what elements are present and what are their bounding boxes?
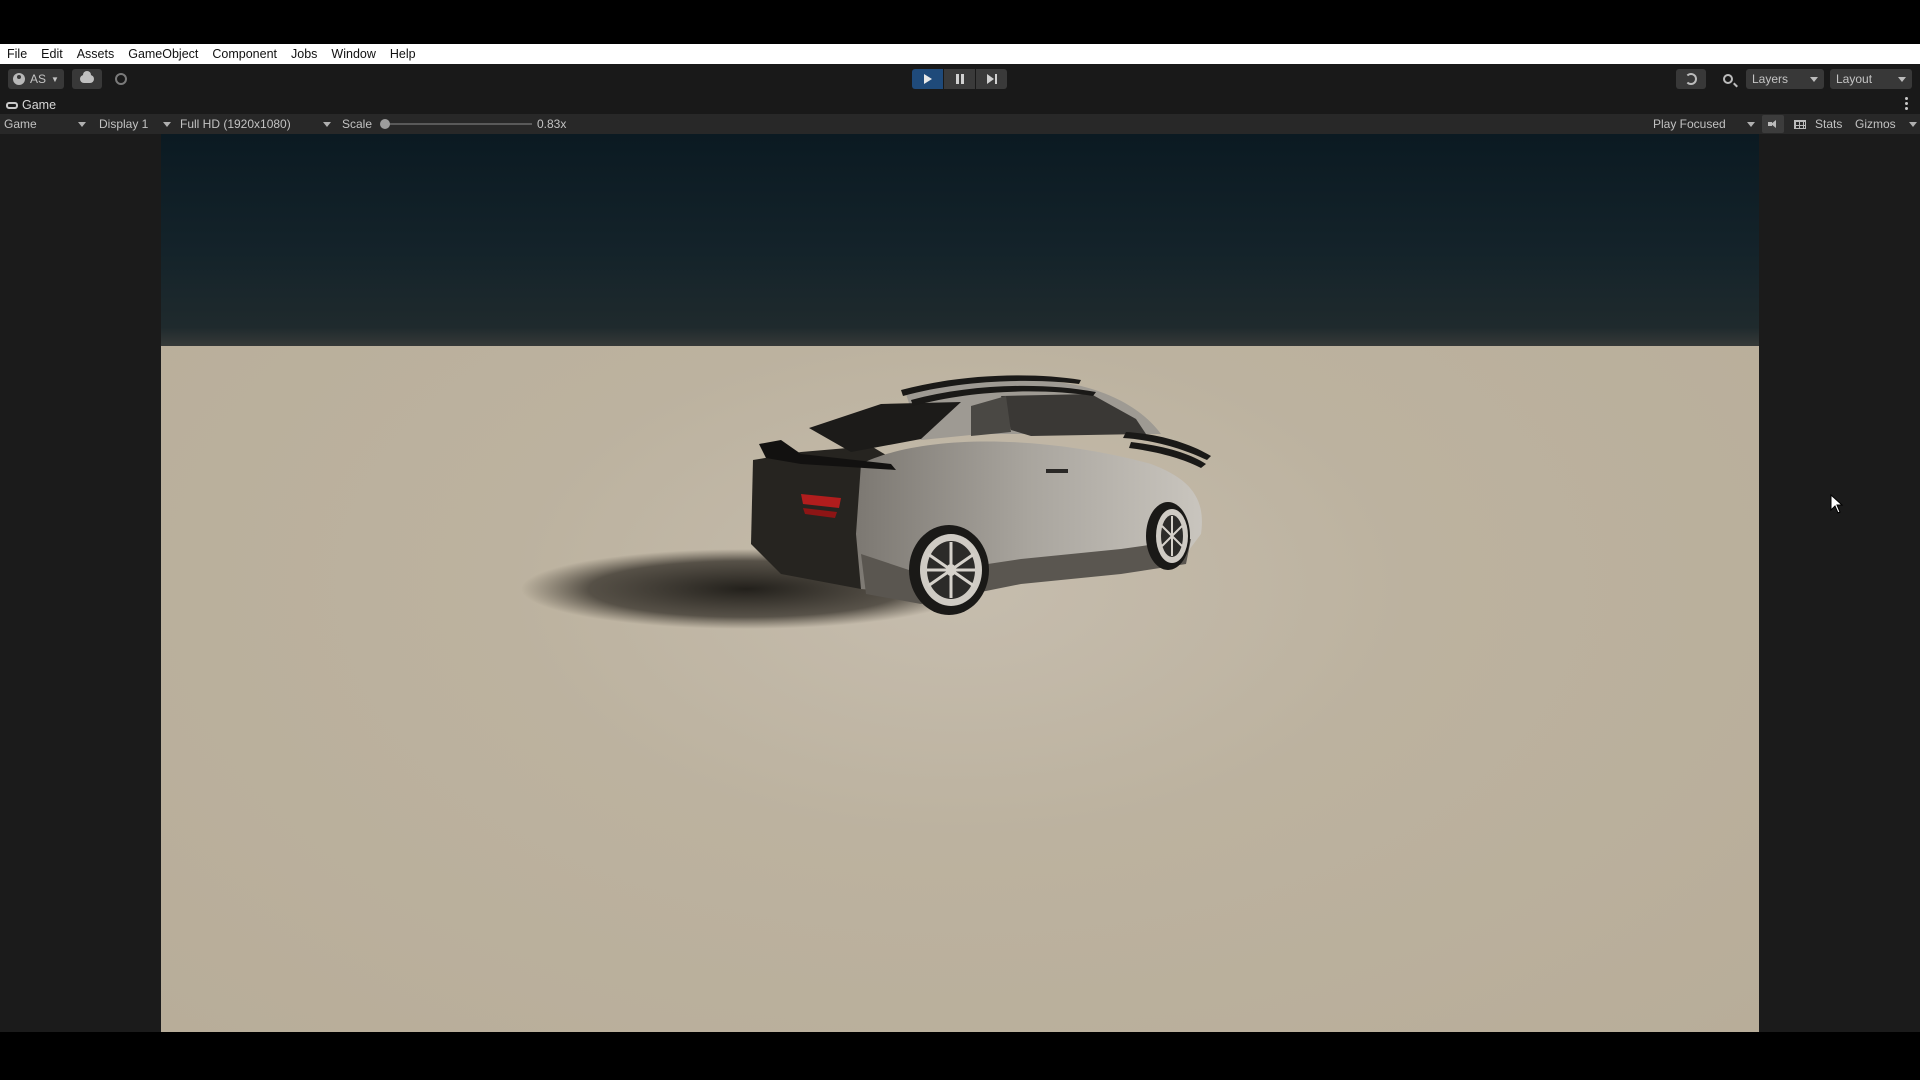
grid-icon — [1794, 119, 1806, 129]
pause-icon — [955, 74, 964, 84]
chevron-down-icon — [1898, 77, 1906, 82]
game-viewport[interactable] — [161, 134, 1759, 1032]
history-icon — [1685, 73, 1697, 85]
chevron-down-icon — [1747, 122, 1755, 127]
cloud-button[interactable] — [72, 69, 102, 89]
more-options-icon[interactable] — [1905, 97, 1908, 110]
gamepad-icon — [6, 101, 18, 109]
aspect-grid-button[interactable] — [1791, 114, 1809, 134]
play-button[interactable] — [912, 69, 943, 89]
menu-component[interactable]: Component — [205, 47, 284, 61]
step-icon — [986, 74, 997, 84]
letterbox-bottom — [0, 1032, 1920, 1080]
account-dropdown[interactable]: AS ▼ — [8, 69, 64, 89]
view-mode-dropdown[interactable]: Game — [4, 114, 88, 134]
layers-label: Layers — [1752, 72, 1789, 86]
display-dropdown[interactable]: Display 1 — [99, 114, 173, 134]
account-icon — [13, 73, 26, 85]
layout-dropdown[interactable]: Layout — [1830, 69, 1912, 89]
resolution-dropdown[interactable]: Full HD (1920x1080) — [180, 114, 334, 134]
car-side-window — [1001, 394, 1146, 436]
speaker-icon — [1768, 120, 1778, 128]
display-label: Display 1 — [99, 117, 149, 131]
chevron-down-icon — [163, 122, 171, 127]
menu-bar: File Edit Assets GameObject Component Jo… — [0, 44, 1920, 64]
chevron-down-icon — [323, 122, 331, 127]
chevron-down-icon — [1810, 77, 1818, 82]
car-render — [521, 375, 1211, 629]
resolution-label: Full HD (1920x1080) — [180, 117, 291, 131]
mute-audio-button[interactable] — [1762, 115, 1784, 133]
window-tab-bar: Game — [0, 94, 1920, 114]
account-label: AS — [30, 72, 47, 86]
scale-label: Scale — [342, 117, 373, 131]
car-rear-wheel — [909, 525, 989, 615]
undo-history-button[interactable] — [1676, 69, 1706, 89]
search-button[interactable] — [1714, 69, 1742, 89]
chevron-down-icon — [78, 122, 86, 127]
gizmos-label: Gizmos — [1855, 117, 1896, 131]
search-icon — [1723, 74, 1733, 84]
tab-game[interactable]: Game — [6, 96, 56, 114]
play-icon — [923, 74, 932, 84]
layout-label: Layout — [1836, 72, 1873, 86]
menu-jobs[interactable]: Jobs — [284, 47, 324, 61]
stats-button[interactable]: Stats — [1815, 114, 1842, 134]
chevron-down-icon — [1909, 122, 1917, 127]
collab-icon — [115, 73, 127, 85]
car-door-handle — [1046, 469, 1068, 473]
menu-assets[interactable]: Assets — [70, 47, 122, 61]
play-mode-dropdown[interactable]: Play Focused — [1653, 114, 1757, 134]
mouse-cursor-icon — [1830, 494, 1844, 514]
main-toolbar: AS ▼ Layers Layout — [0, 64, 1920, 94]
pause-button[interactable] — [944, 69, 975, 89]
menu-help[interactable]: Help — [383, 47, 423, 61]
layers-dropdown[interactable]: Layers — [1746, 69, 1824, 89]
view-mode-label: Game — [4, 117, 37, 131]
game-view-toolbar: Game Display 1 Full HD (1920x1080) Scale… — [0, 114, 1920, 134]
menu-file[interactable]: File — [0, 47, 34, 61]
tab-game-label: Game — [22, 98, 57, 112]
scale-value: 0.83x — [537, 117, 567, 131]
step-button[interactable] — [976, 69, 1007, 89]
menu-window[interactable]: Window — [324, 47, 382, 61]
play-controls — [912, 69, 1007, 89]
cloud-icon — [80, 71, 94, 83]
gizmos-dropdown[interactable]: Gizmos — [1855, 114, 1917, 134]
play-mode-label: Play Focused — [1653, 117, 1726, 131]
chevron-down-icon: ▼ — [51, 74, 59, 84]
menu-gameobject[interactable]: GameObject — [121, 47, 205, 61]
car-front-wheel — [1146, 502, 1190, 570]
collab-button[interactable] — [108, 69, 134, 89]
menu-edit[interactable]: Edit — [34, 47, 70, 61]
scale-slider-track[interactable] — [384, 123, 532, 125]
scale-slider-handle[interactable] — [380, 119, 390, 129]
